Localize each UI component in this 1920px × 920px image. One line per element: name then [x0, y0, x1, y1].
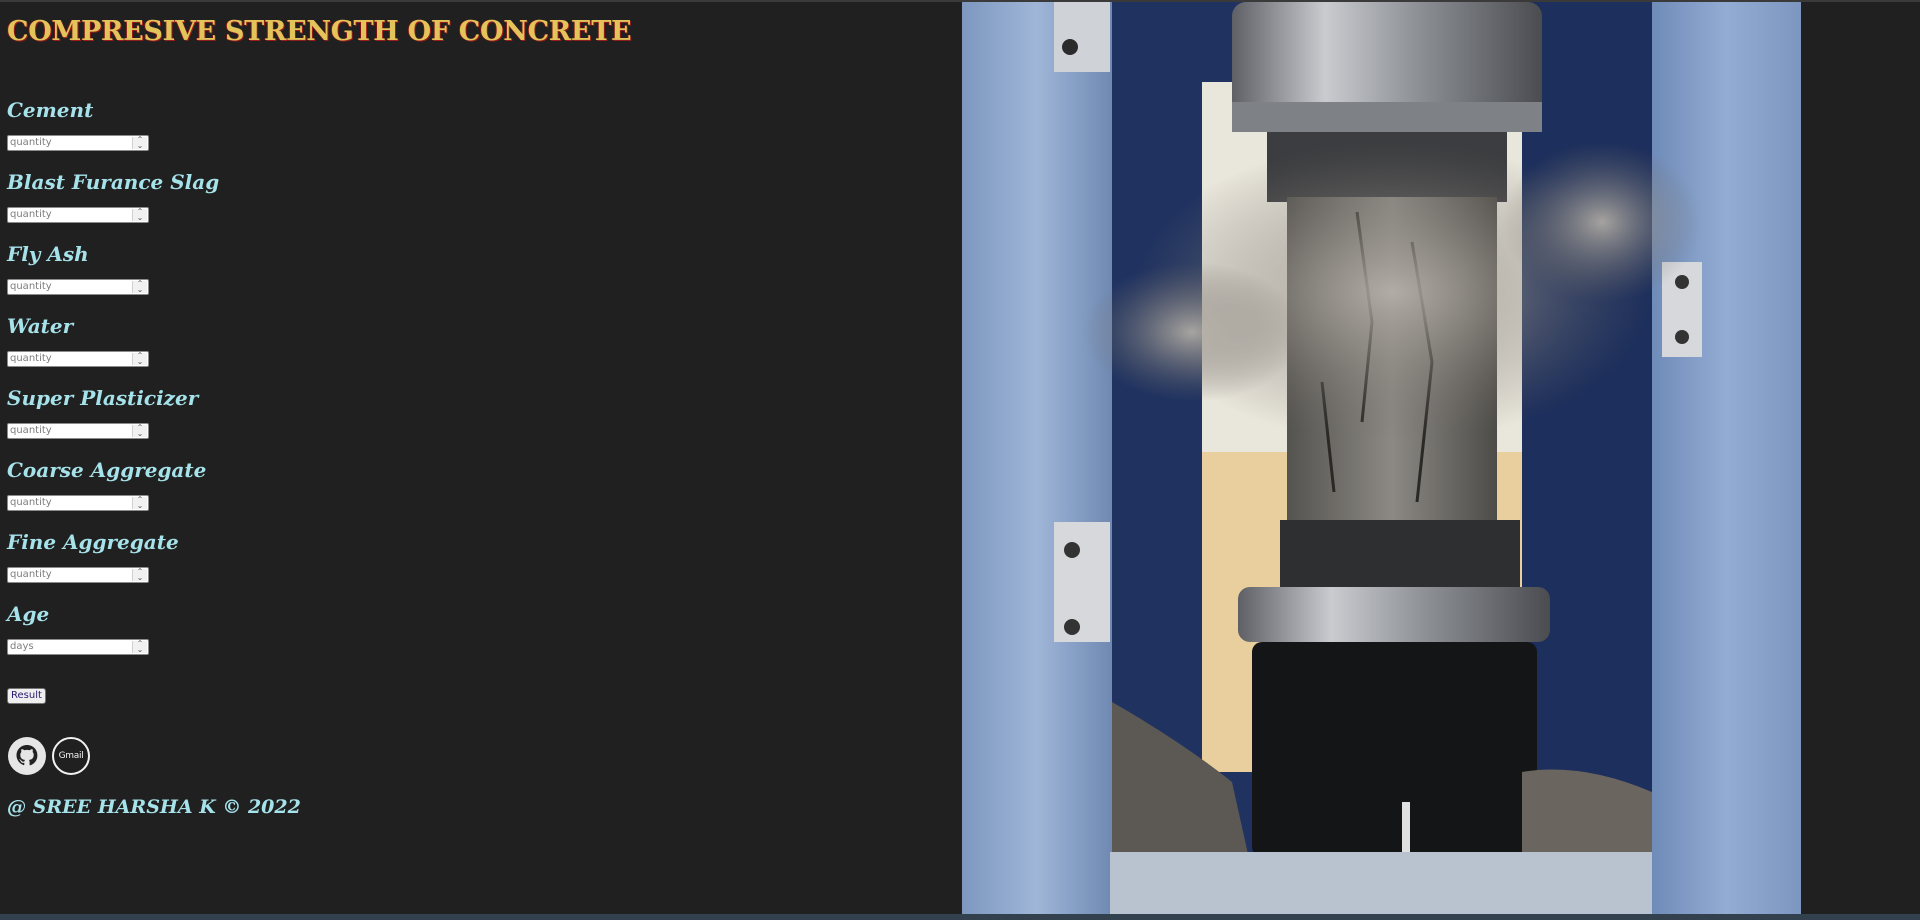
- field-label-blast-furnace-slag: Blast Furance Slag: [7, 170, 220, 194]
- fly-ash-input[interactable]: quantity ⌃ ⌄: [7, 279, 149, 295]
- field-label-coarse-aggregate: Coarse Aggregate: [7, 458, 207, 482]
- field-label-water: Water: [7, 314, 74, 338]
- blast-furnace-slag-input-placeholder: quantity: [10, 209, 52, 220]
- fine-aggregate-input[interactable]: quantity ⌃ ⌄: [7, 567, 149, 583]
- spinner-icon[interactable]: ⌃ ⌄: [132, 424, 147, 438]
- age-input-placeholder: days: [10, 641, 34, 652]
- field-fly-ash: Fly Ash quantity ⌃ ⌄: [7, 242, 307, 302]
- coarse-aggregate-input[interactable]: quantity ⌃ ⌄: [7, 495, 149, 511]
- fine-aggregate-input-placeholder: quantity: [10, 569, 52, 580]
- gmail-icon[interactable]: Gmail: [52, 737, 90, 775]
- spinner-icon[interactable]: ⌃ ⌄: [132, 352, 147, 366]
- blast-furnace-slag-input[interactable]: quantity ⌃ ⌄: [7, 207, 149, 223]
- form-panel: COMPRESIVE STRENGTH OF CONCRETE Cement q…: [0, 0, 962, 914]
- cement-input-placeholder: quantity: [10, 137, 52, 148]
- coarse-aggregate-input-placeholder: quantity: [10, 497, 52, 508]
- fly-ash-input-placeholder: quantity: [10, 281, 52, 292]
- result-button[interactable]: Result: [7, 688, 46, 704]
- field-coarse-aggregate: Coarse Aggregate quantity ⌃ ⌄: [7, 458, 307, 518]
- field-label-age: Age: [7, 602, 50, 626]
- field-label-super-plasticizer: Super Plasticizer: [7, 386, 199, 410]
- spinner-icon[interactable]: ⌃ ⌄: [132, 208, 147, 222]
- spinner-icon[interactable]: ⌃ ⌄: [132, 136, 147, 150]
- spinner-icon[interactable]: ⌃ ⌄: [132, 280, 147, 294]
- field-label-cement: Cement: [7, 98, 94, 122]
- super-plasticizer-input-placeholder: quantity: [10, 425, 52, 436]
- field-super-plasticizer: Super Plasticizer quantity ⌃ ⌄: [7, 386, 307, 446]
- footer-copyright: @ SREE HARSHA K © 2022: [7, 796, 301, 818]
- field-label-fly-ash: Fly Ash: [7, 242, 89, 266]
- field-fine-aggregate: Fine Aggregate quantity ⌃ ⌄: [7, 530, 307, 590]
- github-logo-graphic: [16, 745, 38, 766]
- spinner-icon[interactable]: ⌃ ⌄: [132, 496, 147, 510]
- gmail-icon-text: Gmail: [58, 751, 84, 761]
- field-label-fine-aggregate: Fine Aggregate: [7, 530, 179, 554]
- bottom-scrollbar: [0, 914, 1920, 920]
- cement-input[interactable]: quantity ⌃ ⌄: [7, 135, 149, 151]
- field-water: Water quantity ⌃ ⌄: [7, 314, 307, 374]
- spinner-icon[interactable]: ⌃ ⌄: [132, 640, 147, 654]
- spinner-icon[interactable]: ⌃ ⌄: [132, 568, 147, 582]
- github-icon[interactable]: [8, 737, 46, 775]
- super-plasticizer-input[interactable]: quantity ⌃ ⌄: [7, 423, 149, 439]
- water-input[interactable]: quantity ⌃ ⌄: [7, 351, 149, 367]
- field-cement: Cement quantity ⌃ ⌄: [7, 98, 307, 158]
- age-input[interactable]: days ⌃ ⌄: [7, 639, 149, 655]
- field-blast-furnace-slag: Blast Furance Slag quantity ⌃ ⌄: [7, 170, 307, 230]
- field-age: Age days ⌃ ⌄: [7, 602, 307, 662]
- concrete-compression-image: [962, 2, 1801, 914]
- water-input-placeholder: quantity: [10, 353, 52, 364]
- page-title: COMPRESIVE STRENGTH OF CONCRETE: [7, 16, 632, 47]
- concrete-test-photo: [962, 2, 1801, 914]
